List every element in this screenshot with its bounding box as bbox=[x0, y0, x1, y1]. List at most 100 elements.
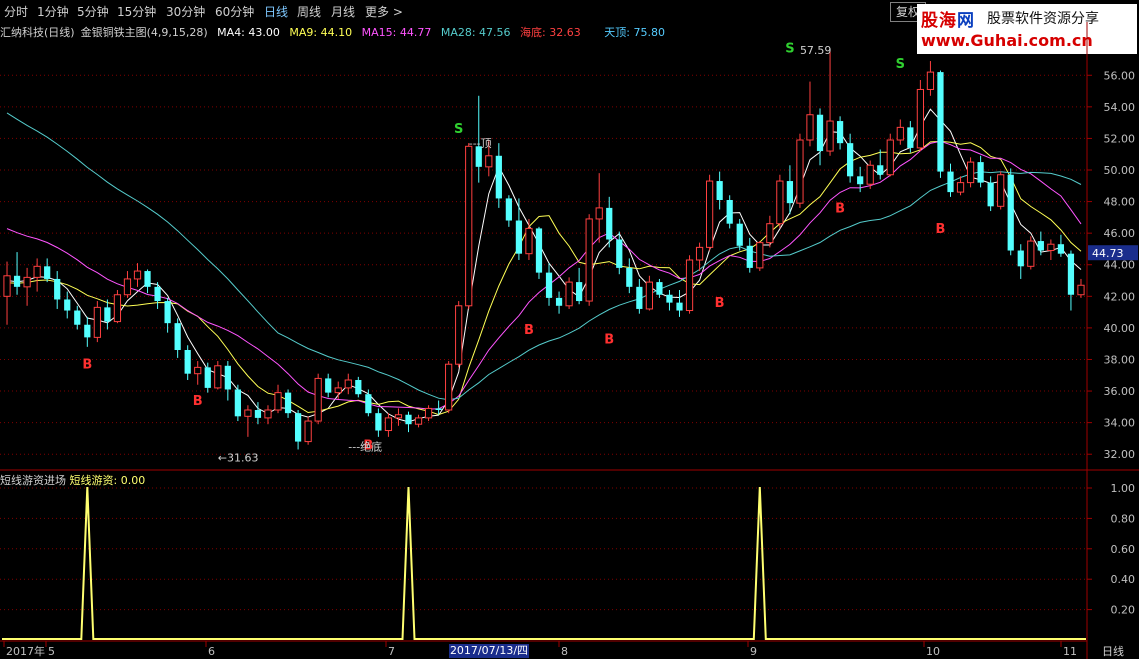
candle-down bbox=[74, 310, 81, 325]
candle-up bbox=[776, 180, 784, 225]
candle-down bbox=[836, 121, 844, 144]
indicator-tick-label: 0.80 bbox=[1111, 512, 1136, 525]
candle-up bbox=[244, 409, 252, 417]
price-tick-label: 54.00 bbox=[1104, 101, 1136, 114]
candle-up bbox=[525, 227, 533, 255]
price-tick-label: 36.00 bbox=[1104, 385, 1136, 398]
candle-down bbox=[435, 408, 442, 410]
candle-up bbox=[123, 278, 132, 296]
candle-up bbox=[585, 218, 593, 302]
candle-up bbox=[485, 155, 493, 168]
candle-up bbox=[1077, 284, 1085, 296]
indicator-pulse-line bbox=[2, 486, 1086, 640]
candle-down bbox=[144, 271, 151, 287]
candle-down bbox=[204, 367, 211, 388]
candle-down bbox=[64, 299, 71, 311]
price-tick-label: 44.00 bbox=[1104, 259, 1136, 272]
sell-signal: S bbox=[896, 57, 905, 72]
candle-up bbox=[916, 88, 925, 149]
price-tick-label: 56.00 bbox=[1104, 69, 1136, 82]
price-tick-label: 48.00 bbox=[1104, 196, 1136, 209]
time-tick-label: 10 bbox=[926, 645, 940, 658]
candle-down bbox=[224, 365, 231, 390]
candle-down bbox=[365, 394, 372, 414]
candle-down bbox=[44, 266, 51, 279]
time-tick-label: 8 bbox=[561, 645, 568, 658]
candle-up bbox=[264, 409, 272, 419]
time-tick-label: 2017年 bbox=[6, 644, 45, 658]
price-tick-label: 38.00 bbox=[1104, 353, 1136, 366]
candle-down bbox=[355, 380, 362, 395]
time-tick-label: 5 bbox=[48, 645, 55, 658]
buy-signal: B bbox=[936, 222, 946, 237]
candle-down bbox=[816, 114, 824, 152]
candle-down bbox=[54, 278, 61, 300]
ma-line-ma4 bbox=[6, 108, 1082, 423]
price-tick-label: 40.00 bbox=[1104, 322, 1136, 335]
price-annotation: 57.59 bbox=[800, 44, 832, 57]
candle-up bbox=[344, 379, 352, 389]
buy-signal: B bbox=[715, 296, 725, 311]
price-tick-label: 52.00 bbox=[1104, 132, 1136, 145]
candle-down bbox=[164, 301, 171, 324]
candle-up bbox=[695, 246, 704, 261]
candle-down bbox=[495, 155, 502, 199]
candle-down bbox=[977, 162, 984, 183]
candle-down bbox=[84, 324, 91, 338]
candle-down bbox=[154, 286, 161, 302]
candle-down bbox=[907, 127, 914, 148]
price-tick-label: 50.00 bbox=[1104, 164, 1136, 177]
candle-up bbox=[595, 207, 603, 220]
candle-down bbox=[1017, 250, 1024, 267]
candle-down bbox=[405, 414, 412, 425]
candle-up bbox=[926, 71, 935, 90]
candle-up bbox=[194, 366, 202, 375]
price-tick-label: 42.00 bbox=[1104, 290, 1136, 303]
candle-up bbox=[424, 407, 433, 419]
candle-down bbox=[626, 267, 633, 287]
sell-signal: S bbox=[454, 122, 463, 137]
candle-up bbox=[465, 145, 473, 307]
candle-up bbox=[384, 417, 393, 432]
candle-up bbox=[685, 259, 694, 312]
candle-down bbox=[1057, 244, 1065, 254]
candle-down bbox=[515, 220, 523, 254]
price-annotation: ---绝底 bbox=[348, 439, 382, 453]
candle-up bbox=[3, 275, 11, 297]
candle-down bbox=[294, 413, 302, 442]
candle-down bbox=[746, 245, 753, 268]
buy-signal: B bbox=[524, 323, 534, 338]
price-tick-label: 34.00 bbox=[1104, 417, 1136, 430]
price-annotation: ←31.63 bbox=[218, 451, 259, 464]
ma-line-ma28 bbox=[6, 112, 1082, 401]
candle-down bbox=[786, 181, 794, 204]
indicator-tick-label: 1.00 bbox=[1111, 482, 1136, 495]
candle-down bbox=[284, 392, 292, 414]
kline-chart[interactable]: 32.00 34.00 36.00 38.00 40.00 42.00 44.00 46.00… bbox=[0, 0, 1139, 659]
candle-down bbox=[736, 223, 743, 246]
candle-up bbox=[314, 377, 322, 422]
candle-down bbox=[535, 228, 543, 273]
buy-signal: B bbox=[835, 201, 845, 216]
candle-down bbox=[104, 307, 111, 322]
candle-up bbox=[23, 276, 31, 288]
ma-line-ma9 bbox=[6, 140, 1082, 416]
candle-up bbox=[274, 392, 282, 411]
time-tick-label: 11 bbox=[1063, 645, 1077, 658]
candle-up bbox=[796, 139, 804, 204]
buy-signal: B bbox=[193, 394, 203, 409]
candle-up bbox=[414, 417, 423, 425]
candle-up bbox=[886, 139, 894, 176]
candle-down bbox=[656, 282, 663, 295]
indicator-tick-label: 0.40 bbox=[1111, 573, 1136, 586]
candle-up bbox=[826, 120, 834, 152]
candle-up bbox=[806, 114, 814, 141]
time-tick-label: 7 bbox=[388, 645, 395, 658]
price-tick-label: 32.00 bbox=[1104, 448, 1136, 461]
buy-signal: B bbox=[82, 358, 92, 373]
candle-down bbox=[576, 282, 583, 302]
candle-down bbox=[184, 350, 191, 374]
time-tick-label: 6 bbox=[208, 645, 215, 658]
candle-up bbox=[956, 182, 965, 193]
candle-down bbox=[254, 410, 262, 418]
